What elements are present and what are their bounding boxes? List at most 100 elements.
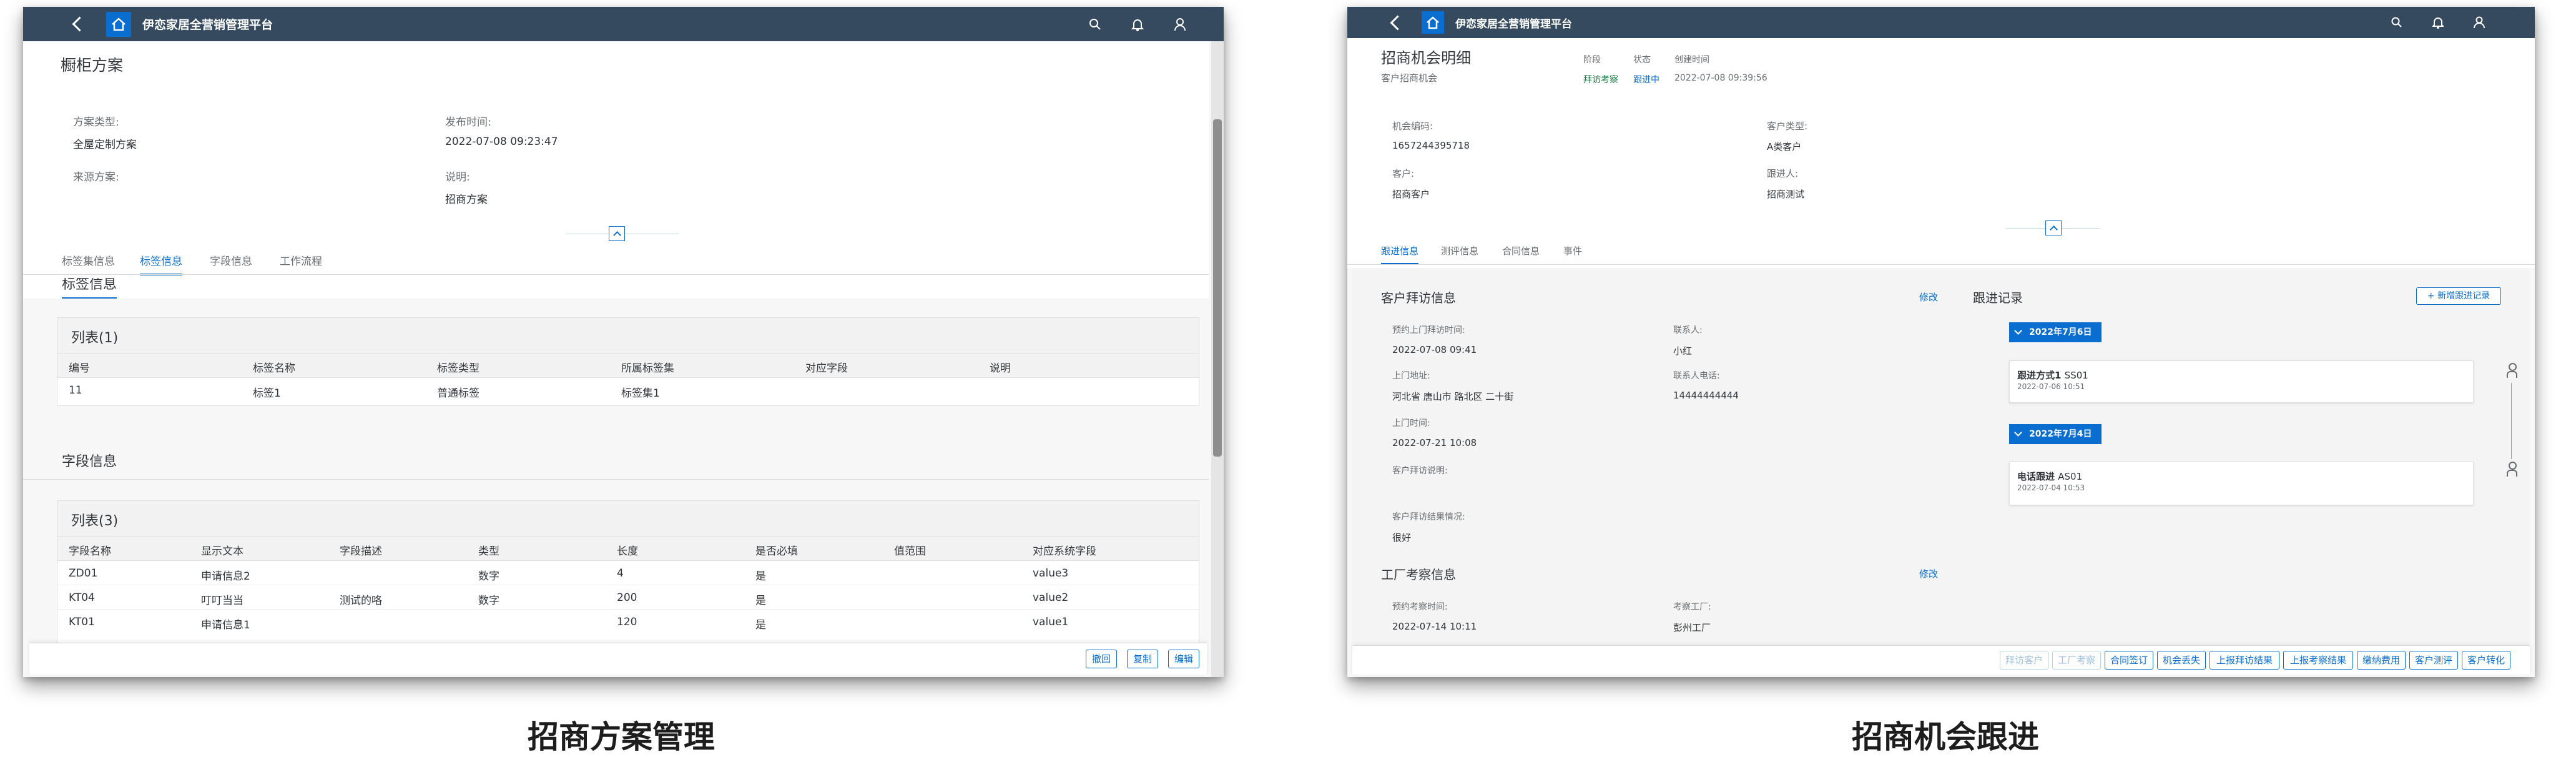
visit-customer-button[interactable]: 拜访客户 bbox=[2000, 651, 2048, 670]
opportunity-lost-button[interactable]: 机会丢失 bbox=[2157, 651, 2206, 670]
page-subtitle: 客户招商机会 bbox=[1381, 72, 1438, 84]
home-button[interactable] bbox=[1422, 11, 1444, 34]
tab-field-info[interactable]: 字段信息 bbox=[210, 252, 252, 268]
app-title: 伊恋家居全营销管理平台 bbox=[1455, 17, 1572, 31]
table-cell: KT04 bbox=[69, 591, 95, 604]
visit-label-contact: 联系人: bbox=[1673, 325, 1703, 335]
report-inspection-result-button[interactable]: 上报考察结果 bbox=[2283, 651, 2353, 670]
page-title: 橱柜方案 bbox=[61, 56, 124, 74]
copy-button[interactable]: 复制 bbox=[1127, 650, 1158, 668]
timeline-date-1[interactable]: 2022年7月6日 bbox=[2009, 322, 2102, 342]
field-value-opportunity-code: 1657244395718 bbox=[1392, 140, 1470, 151]
timeline-entry-title: 跟进方式1 SS01 bbox=[2017, 370, 2088, 381]
field-label-follower: 跟进人: bbox=[1767, 168, 1799, 179]
tag-col-desc: 说明 bbox=[990, 362, 1011, 375]
left-caption: 招商方案管理 bbox=[528, 719, 715, 755]
bell-icon[interactable] bbox=[2432, 16, 2444, 29]
field-label-scheme-type: 方案类型: bbox=[73, 116, 119, 129]
row-divider bbox=[57, 609, 1199, 610]
visit-label-result: 客户拜访结果情况: bbox=[1392, 512, 1465, 522]
home-button[interactable] bbox=[106, 11, 131, 37]
search-icon[interactable] bbox=[1089, 18, 1101, 31]
status-value-state: 跟进中 bbox=[1633, 75, 1659, 85]
tag-col-name: 标签名称 bbox=[253, 362, 295, 375]
tab-bar-divider bbox=[23, 274, 1209, 275]
user-icon[interactable] bbox=[2474, 16, 2485, 29]
visit-value-address: 河北省 唐山市 路北区 二十街 bbox=[1392, 391, 1514, 402]
section-divider bbox=[23, 479, 1209, 480]
visit-edit-link[interactable]: 修改 bbox=[1919, 290, 1938, 304]
visit-value-phone: 14444444444 bbox=[1673, 390, 1739, 401]
field-value-follower: 招商测试 bbox=[1767, 189, 1805, 200]
followup-title: 跟进记录 bbox=[1973, 290, 2023, 305]
field-col-name: 字段名称 bbox=[69, 545, 111, 558]
edit-button[interactable]: 编辑 bbox=[1168, 650, 1199, 668]
collapse-header-button[interactable] bbox=[609, 226, 625, 241]
tab-events[interactable]: 事件 bbox=[1563, 244, 1582, 257]
report-visit-result-button[interactable]: 上报拜访结果 bbox=[2210, 651, 2279, 670]
table-cell: 申请信息1 bbox=[201, 619, 250, 631]
timeline-connector bbox=[2511, 383, 2512, 459]
footer-toolbar: 拜访客户 工厂考察 合同签订 机会丢失 上报拜访结果 上报考察结果 缴纳费用 客… bbox=[1352, 645, 2530, 675]
tab-tagset-info[interactable]: 标签集信息 bbox=[62, 252, 115, 268]
field-table-title: 列表(3) bbox=[71, 513, 119, 529]
factory-label-appointment: 预约考察时间: bbox=[1392, 602, 1448, 612]
opportunity-window: 伊恋家居全营销管理平台 招商机会明细 客户招商机会 阶段 状态 创建时间 拜访考… bbox=[1347, 7, 2535, 677]
withdraw-button[interactable]: 撤回 bbox=[1086, 650, 1117, 668]
field-label-publish-time: 发布时间: bbox=[445, 116, 491, 129]
visit-label-visit-time: 上门时间: bbox=[1392, 418, 1430, 428]
table-cell: value2 bbox=[1033, 591, 1069, 604]
table-cell: 是 bbox=[755, 570, 766, 583]
field-value-customer-type: A类客户 bbox=[1767, 141, 1802, 152]
add-followup-button[interactable]: + 新增跟进记录 bbox=[2416, 287, 2501, 305]
pay-fee-button[interactable]: 缴纳费用 bbox=[2357, 651, 2406, 670]
factory-edit-link[interactable]: 修改 bbox=[1919, 567, 1938, 580]
home-icon bbox=[1427, 16, 1439, 29]
shell-bar: 伊恋家居全营销管理平台 bbox=[23, 7, 1224, 41]
factory-inspection-button[interactable]: 工厂考察 bbox=[2052, 651, 2101, 670]
tab-contract-info[interactable]: 合同信息 bbox=[1502, 244, 1540, 257]
tab-workflow[interactable]: 工作流程 bbox=[280, 252, 322, 268]
tab-tag-info[interactable]: 标签信息 bbox=[140, 252, 182, 275]
tag-table-title: 列表(1) bbox=[71, 330, 119, 346]
field-col-length: 长度 bbox=[617, 545, 638, 558]
object-header bbox=[23, 41, 1209, 299]
user-icon[interactable] bbox=[1174, 17, 1186, 31]
table-cell: ZD01 bbox=[69, 567, 98, 580]
tab-evaluation-info[interactable]: 测评信息 bbox=[1441, 244, 1478, 257]
field-col-desc: 字段描述 bbox=[340, 545, 382, 558]
field-col-type: 类型 bbox=[478, 545, 499, 558]
table-cell: value3 bbox=[1033, 567, 1069, 580]
section-underline bbox=[62, 297, 117, 299]
field-table-card: 列表(3) 字段名称 显示文本 字段描述 类型 长度 是否必填 值范围 对应系统… bbox=[57, 500, 1199, 651]
timeline-entry-time: 2022-07-04 10:53 bbox=[2017, 483, 2085, 492]
contract-sign-button[interactable]: 合同签订 bbox=[2105, 651, 2153, 670]
customer-conversion-button[interactable]: 客户转化 bbox=[2462, 651, 2510, 670]
table-cell: 4 bbox=[617, 567, 624, 580]
footer-toolbar: 撤回 复制 编辑 bbox=[29, 643, 1207, 675]
person-icon bbox=[2506, 462, 2517, 478]
bell-icon[interactable] bbox=[1131, 17, 1144, 31]
visit-label-note: 客户拜访说明: bbox=[1392, 466, 1448, 476]
back-icon[interactable] bbox=[72, 16, 87, 32]
tab-followup-info[interactable]: 跟进信息 bbox=[1381, 244, 1419, 265]
timeline-entry[interactable]: 电话跟进 AS01 2022-07-04 10:53 bbox=[2009, 462, 2474, 505]
collapse-header-button[interactable] bbox=[2045, 220, 2062, 235]
field-value-publish-time: 2022-07-08 09:23:47 bbox=[445, 136, 558, 148]
field-label-opportunity-code: 机会编码: bbox=[1392, 121, 1433, 132]
tag-col-field: 对应字段 bbox=[805, 362, 848, 375]
visit-section-title: 客户拜访信息 bbox=[1381, 290, 1456, 305]
scrollbar-thumb[interactable] bbox=[1213, 119, 1222, 457]
table-cell: 申请信息2 bbox=[201, 570, 250, 583]
field-label-customer: 客户: bbox=[1392, 168, 1415, 179]
timeline-entry[interactable]: 跟进方式1 SS01 2022-07-06 10:51 bbox=[2009, 360, 2474, 403]
visit-value-appointment: 2022-07-08 09:41 bbox=[1392, 344, 1477, 355]
timeline-date-2[interactable]: 2022年7月4日 bbox=[2009, 424, 2102, 444]
factory-label-factory: 考察工厂: bbox=[1673, 602, 1711, 612]
customer-evaluation-button[interactable]: 客户测评 bbox=[2409, 651, 2458, 670]
search-icon[interactable] bbox=[2391, 17, 2402, 28]
table-cell: 120 bbox=[617, 616, 637, 628]
status-header-created: 创建时间 bbox=[1674, 55, 1709, 65]
back-icon[interactable] bbox=[1390, 14, 1405, 31]
status-header-state: 状态 bbox=[1633, 55, 1651, 65]
